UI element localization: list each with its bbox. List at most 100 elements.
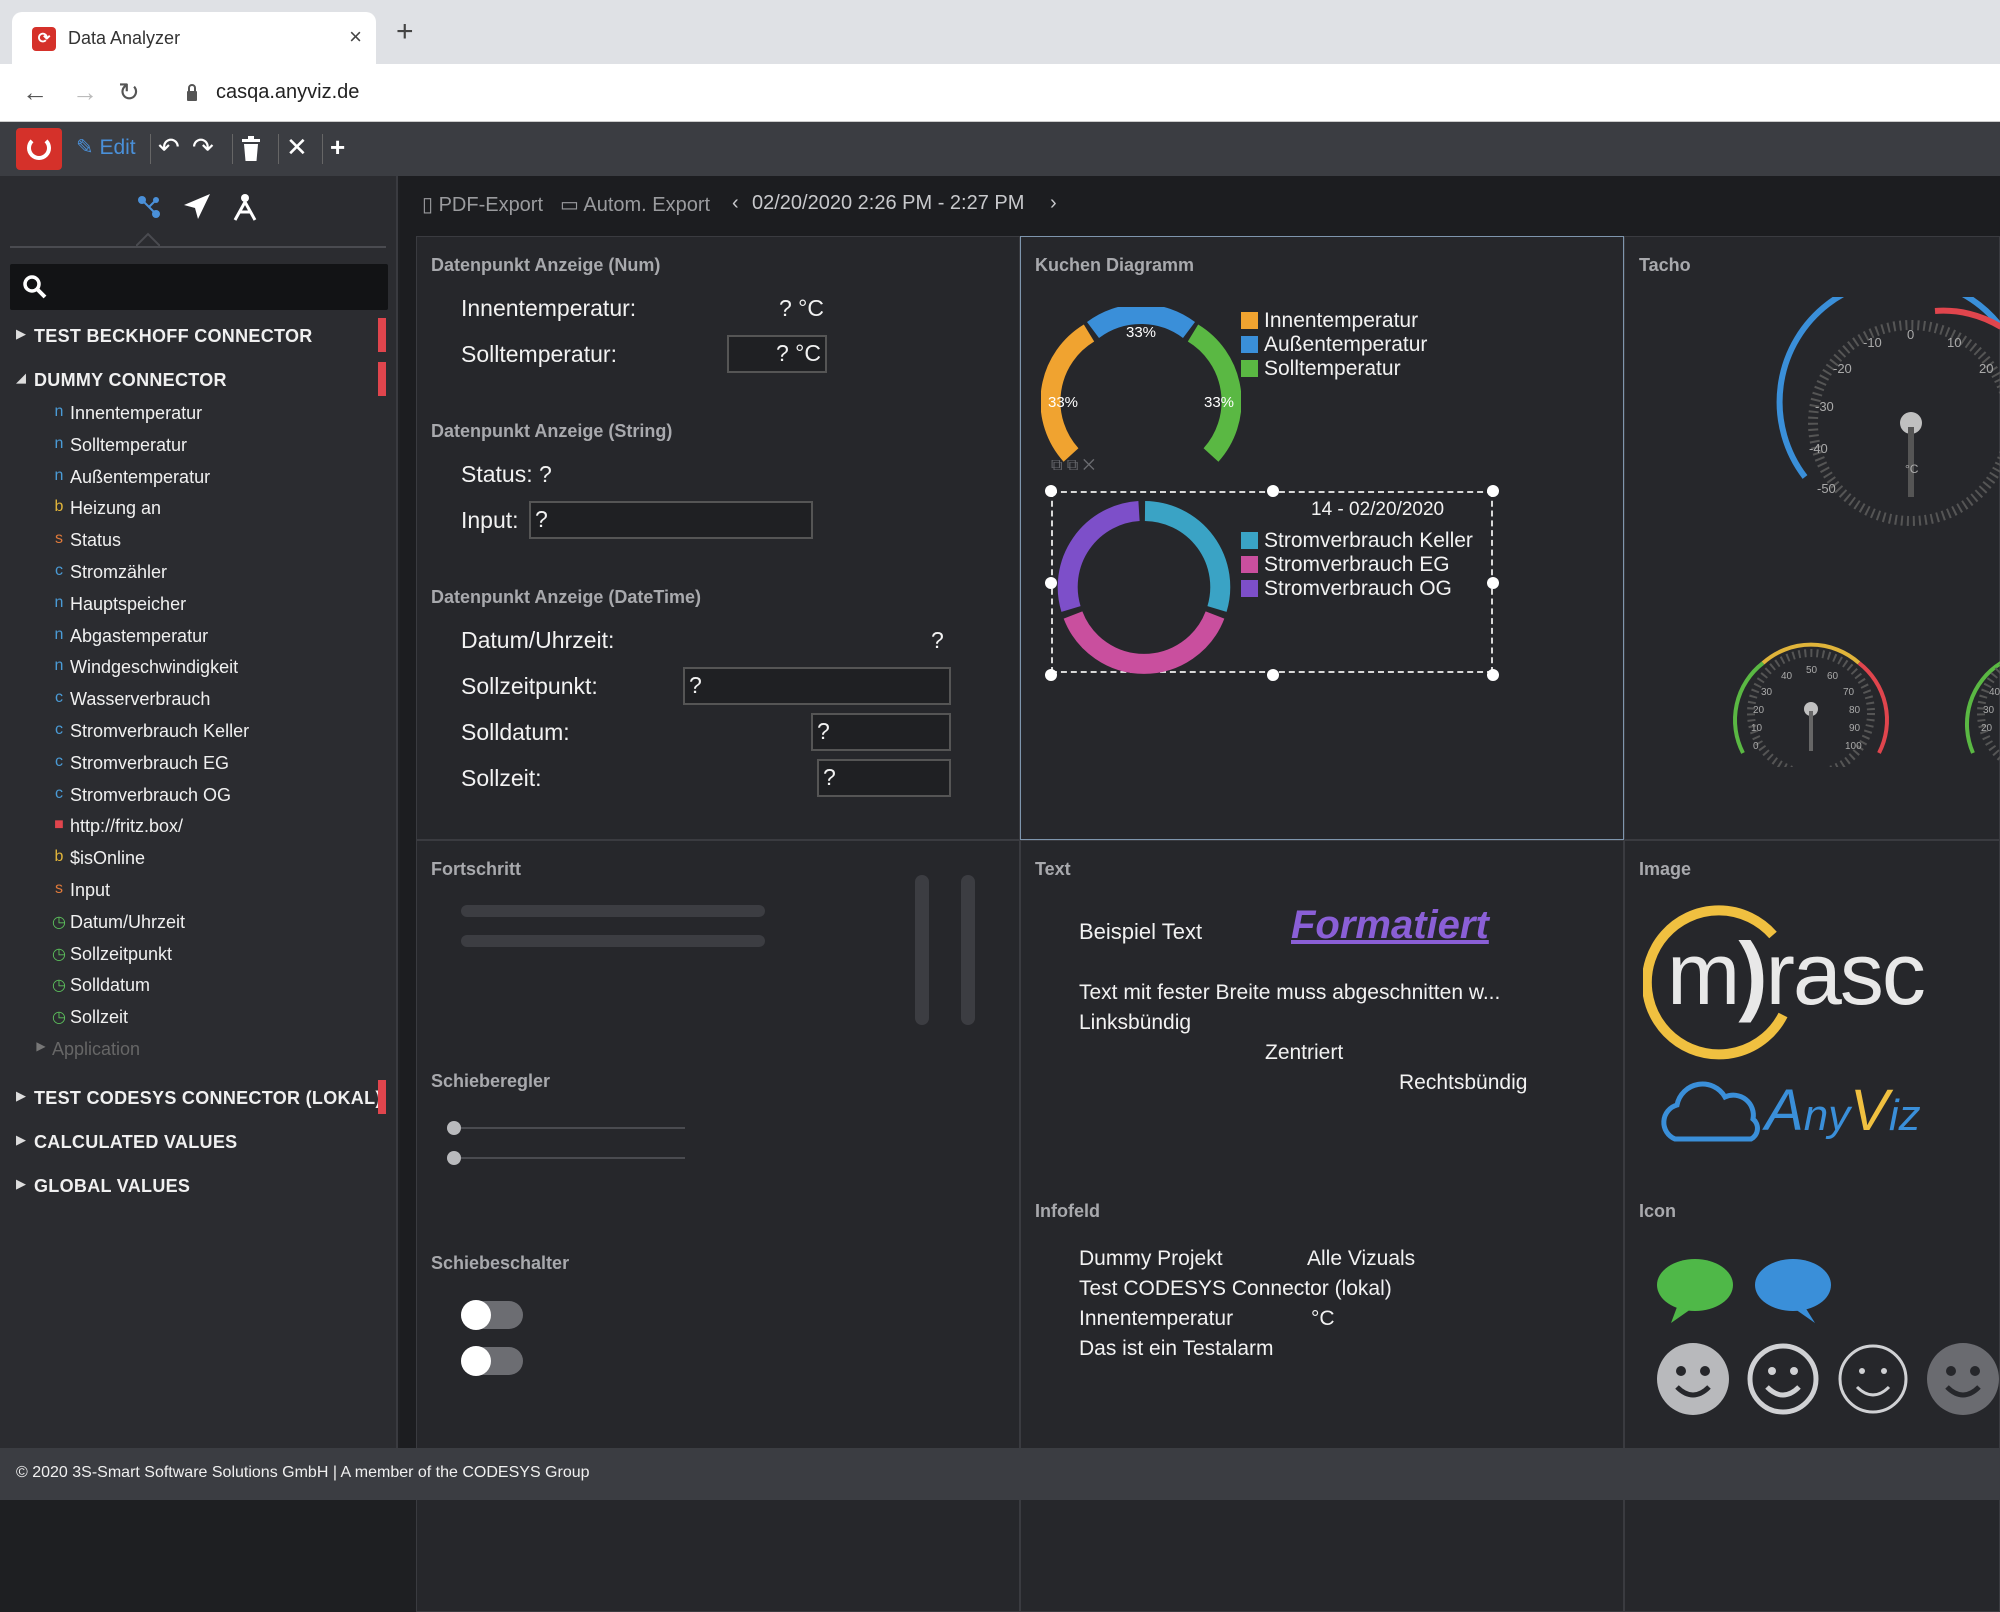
auto-export-button[interactable]: ▭ Autom. Export bbox=[560, 192, 710, 217]
pie-chart-panel[interactable]: Kuchen Diagramm 33% 33% 33% Innentempera… bbox=[1020, 236, 1624, 840]
datapoint-type-c-icon: c bbox=[55, 784, 63, 802]
legend-swatch bbox=[1241, 360, 1258, 377]
tree-item[interactable]: s Input bbox=[0, 875, 398, 905]
panel-title-slider: Schieberegler bbox=[431, 1071, 551, 1091]
tree-item-label: Sollzeitpunkt bbox=[70, 943, 173, 964]
tree-item[interactable]: n Abgastemperatur bbox=[0, 621, 398, 651]
mirasoft-logo-text: m)rasc bbox=[1667, 924, 1926, 1023]
new-tab-button[interactable]: + bbox=[396, 17, 414, 47]
dashboard-toolbar: ▯ PDF-Export ▭ Autom. Export ‹ 02/20/202… bbox=[400, 176, 2000, 232]
smiley-filled-icon[interactable] bbox=[1655, 1341, 1731, 1417]
undo-icon[interactable]: ↶ bbox=[158, 132, 180, 162]
url-field[interactable]: casqa.anyviz.de bbox=[216, 81, 359, 104]
forward-arrow-icon[interactable]: → bbox=[72, 78, 98, 106]
widget-copy-icons[interactable]: ⧉ ⧉ ✕ bbox=[1051, 457, 1095, 475]
tree-item[interactable]: n Windgeschwindigkeit bbox=[0, 652, 398, 682]
back-arrow-icon[interactable]: ← bbox=[22, 78, 48, 106]
panel-title-switch: Schiebeschalter bbox=[431, 1253, 570, 1273]
tab-close-icon[interactable]: × bbox=[349, 24, 362, 50]
tree-item[interactable]: ◷ Datum/Uhrzeit bbox=[0, 907, 398, 937]
tree-node[interactable]: ◢ DUMMY CONNECTOR bbox=[0, 362, 398, 396]
add-icon[interactable]: + bbox=[330, 132, 345, 162]
formatted-text: Formatiert bbox=[1291, 903, 1489, 947]
gauge-donut-chart: 33% 33% 33% bbox=[1041, 307, 1241, 462]
tree-node[interactable]: ▶ TEST CODESYS CONNECTOR (LOKAL) bbox=[0, 1080, 398, 1114]
tacho-gauge-large: -50 -40 -30 -20 -10 0 10 20 °C bbox=[1776, 297, 2000, 526]
tree-item[interactable]: n Innentemperatur bbox=[0, 398, 398, 428]
tree-item[interactable]: ◷ Sollzeit bbox=[0, 1002, 398, 1032]
chat-bubble-green-icon[interactable] bbox=[1655, 1257, 1735, 1327]
tree-item[interactable]: n Solltemperatur bbox=[0, 430, 398, 460]
chat-bubble-blue-icon[interactable] bbox=[1753, 1257, 1833, 1327]
range-prev-icon[interactable]: ‹ bbox=[732, 192, 739, 215]
tree-item[interactable]: ◷ Sollzeitpunkt bbox=[0, 939, 398, 969]
collapse-arrow-icon[interactable]: ◢ bbox=[16, 370, 26, 386]
datapoint-display-panel[interactable]: Datenpunkt Anzeige (Num) Innentemperatur… bbox=[416, 236, 1020, 840]
tree-item[interactable]: n Hauptspeicher bbox=[0, 589, 398, 619]
slider-handle[interactable] bbox=[447, 1121, 461, 1135]
range-next-icon[interactable]: › bbox=[1050, 192, 1057, 215]
tree-node[interactable]: ▶ TEST BECKHOFF CONNECTOR bbox=[0, 318, 398, 352]
edit-button[interactable]: ✎ Edit bbox=[76, 135, 136, 160]
tree-item[interactable]: s Status bbox=[0, 525, 398, 555]
redo-icon[interactable]: ↷ bbox=[192, 132, 214, 162]
tree-subnode[interactable]: ▶ Application bbox=[0, 1034, 398, 1064]
smiley-thin-outline-icon[interactable] bbox=[1835, 1341, 1911, 1417]
tree-item[interactable]: c Wasserverbrauch bbox=[0, 684, 398, 714]
sollzeit-field[interactable]: ? bbox=[817, 759, 951, 797]
tree-item-label: Sollzeit bbox=[70, 1007, 129, 1028]
tree-item[interactable]: ■ http://fritz.box/ bbox=[0, 811, 398, 841]
datapoints-icon[interactable] bbox=[134, 192, 164, 222]
expand-arrow-icon[interactable]: ▶ bbox=[16, 1176, 26, 1192]
tree-item[interactable]: c Stromverbrauch Keller bbox=[0, 716, 398, 746]
tree-item[interactable]: n Außentemperatur bbox=[0, 462, 398, 492]
tree-item[interactable]: ◷ Solldatum bbox=[0, 970, 398, 1000]
toggle-switch[interactable] bbox=[461, 1346, 523, 1376]
tacho-panel[interactable]: Tacho -50 -40 -30 -20 -10 0 10 20 °C 0 1… bbox=[1624, 236, 2000, 840]
legend-item: Solltemperatur bbox=[1241, 357, 1427, 381]
datapoint-type-clock-icon: ◷ bbox=[52, 913, 66, 931]
tree-node[interactable]: ▶ GLOBAL VALUES bbox=[0, 1172, 398, 1202]
pdf-export-button[interactable]: ▯ PDF-Export bbox=[422, 192, 543, 217]
slider-handle[interactable] bbox=[447, 1151, 461, 1165]
tree-item[interactable]: b Heizung an bbox=[0, 493, 398, 523]
tree-item[interactable]: c Stromzähler bbox=[0, 557, 398, 587]
solldatum-field[interactable]: ? bbox=[811, 713, 951, 751]
close-icon[interactable]: ✕ bbox=[286, 132, 308, 162]
tree-item[interactable]: c Stromverbrauch OG bbox=[0, 780, 398, 810]
sidebar-search-input[interactable] bbox=[10, 264, 388, 310]
compass-icon[interactable] bbox=[230, 192, 260, 222]
tree-node[interactable]: ▶ CALCULATED VALUES bbox=[0, 1128, 398, 1158]
tree-item-label: Stromverbrauch OG bbox=[70, 784, 232, 805]
app-logo-icon[interactable] bbox=[16, 128, 62, 170]
tree-item[interactable]: c Stromverbrauch EG bbox=[0, 748, 398, 778]
expand-arrow-icon[interactable]: ▶ bbox=[34, 1039, 48, 1053]
tree-item-label: Datum/Uhrzeit bbox=[70, 911, 186, 932]
smiley-outline-icon[interactable] bbox=[1745, 1341, 1821, 1417]
datapoint-type-n-icon: n bbox=[54, 434, 64, 452]
panel-title-text: Text bbox=[1035, 859, 1071, 879]
browser-tab-bar: ⟳ Data Analyzer × + bbox=[0, 0, 2000, 64]
trash-icon[interactable] bbox=[240, 136, 262, 162]
ring-chart-title: 14 - 02/20/2020 bbox=[1311, 499, 1445, 520]
tree-item[interactable]: b $isOnline bbox=[0, 843, 398, 873]
browser-tab[interactable]: ⟳ Data Analyzer × bbox=[12, 12, 376, 64]
info-project: Dummy Projekt bbox=[1079, 1247, 1223, 1270]
sollzeitpunkt-field[interactable]: ? bbox=[683, 667, 951, 705]
tab-title: Data Analyzer bbox=[68, 28, 181, 48]
time-range[interactable]: 02/20/2020 2:26 PM - 2:27 PM bbox=[752, 192, 1024, 215]
tree-item-label: http://fritz.box/ bbox=[70, 816, 184, 837]
smiley-dark-icon[interactable] bbox=[1925, 1341, 2000, 1417]
input-field[interactable]: ? bbox=[529, 501, 813, 539]
expand-arrow-icon[interactable]: ▶ bbox=[16, 1132, 26, 1148]
toggle-switch[interactable] bbox=[461, 1300, 523, 1330]
expand-arrow-icon[interactable]: ▶ bbox=[16, 1088, 26, 1104]
legend-label: Solltemperatur bbox=[1264, 357, 1401, 380]
solltemperatur-field[interactable]: ? °C bbox=[727, 335, 827, 373]
solltemperatur-label: Solltemperatur: bbox=[461, 341, 617, 367]
tacho-tick-label: 20 bbox=[1979, 361, 1993, 376]
tacho-small-tick-label: 70 bbox=[1843, 687, 1855, 698]
expand-arrow-icon[interactable]: ▶ bbox=[16, 326, 26, 342]
reload-icon[interactable]: ↻ bbox=[118, 78, 140, 106]
navigation-icon[interactable] bbox=[182, 192, 212, 222]
